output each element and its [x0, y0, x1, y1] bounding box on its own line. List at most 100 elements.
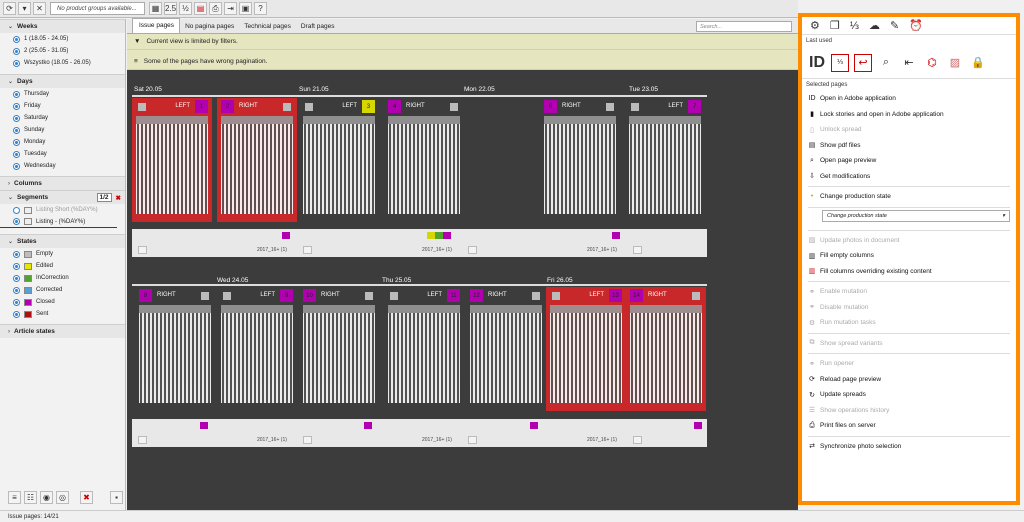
state-item[interactable]: Empty [0, 248, 125, 260]
radio-icon[interactable] [13, 218, 20, 225]
action-open-in-adobe-application[interactable]: ID Open in Adobe application [802, 91, 1016, 107]
lock-icon[interactable]: 🔒 [969, 54, 987, 72]
day-item[interactable]: Saturday [0, 112, 125, 124]
radio-icon[interactable] [13, 138, 20, 146]
page-marker[interactable] [443, 232, 451, 239]
photo-icon[interactable]: ▨ [946, 54, 964, 72]
page-thumbnail[interactable]: 1 LEFT [132, 98, 212, 222]
export-icon[interactable]: ⇥ [224, 2, 237, 15]
page-thumbnail[interactable]: 7 LEFT [625, 98, 705, 222]
page-menu-icon[interactable] [201, 292, 209, 300]
state-item[interactable]: Edited [0, 260, 125, 272]
page-thumbnail[interactable]: 3 LEFT [299, 98, 379, 222]
grid-icon[interactable]: ▦ [149, 2, 162, 15]
pdf-icon[interactable]: ⌬ [923, 54, 941, 72]
day-item[interactable]: Wednesday [0, 160, 125, 172]
page-menu-icon[interactable] [552, 292, 560, 300]
action-lock-stories-and-open-in-adobe-application[interactable]: ▮ Lock stories and open in Adobe applicat… [802, 107, 1016, 123]
week-item[interactable]: Wszystko (18.05 - 26.05) [0, 57, 125, 69]
page-menu-icon[interactable] [450, 103, 458, 111]
action-open-page-preview[interactable]: ⌕ Open page preview [802, 153, 1016, 169]
detail-view-icon[interactable]: ☷ [24, 491, 37, 504]
radio-icon[interactable] [13, 150, 20, 158]
page-marker[interactable] [694, 422, 702, 429]
page-marker[interactable] [364, 422, 372, 429]
action-change-production-state[interactable]: • Change production state [802, 189, 1016, 205]
page-marker[interactable] [200, 422, 208, 429]
page-thumbnail[interactable]: 13 LEFT [546, 287, 626, 411]
page-thumbnail[interactable]: 10 RIGHT [299, 287, 379, 411]
add-page-icon[interactable] [303, 436, 312, 444]
pagination-icon[interactable]: ⅓ [850, 20, 859, 32]
page-menu-icon[interactable] [692, 292, 700, 300]
export-icon[interactable]: ⇤ [900, 54, 918, 72]
page-thumbnail[interactable]: 9 LEFT [217, 287, 297, 411]
page-thumbnail[interactable]: 14 RIGHT [626, 287, 706, 411]
columns-section-header[interactable]: › Columns [0, 176, 125, 190]
radio-icon[interactable] [13, 114, 20, 122]
save-icon[interactable]: ▪ [110, 491, 123, 504]
page-thumbnail[interactable]: 2 RIGHT [217, 98, 297, 222]
product-group-select[interactable]: No product groups available... [50, 2, 145, 15]
state-item[interactable]: Corrected [0, 284, 125, 296]
radio-icon[interactable] [13, 59, 20, 67]
add-page-icon[interactable] [468, 246, 477, 254]
page-thumbnail[interactable]: 8 RIGHT [135, 287, 215, 411]
action-show-pdf-files[interactable]: ▤ Show pdf files [802, 138, 1016, 154]
radio-icon[interactable] [13, 162, 20, 170]
day-item[interactable]: Sunday [0, 124, 125, 136]
radio-icon[interactable] [13, 310, 20, 318]
page-thumbnail[interactable]: 11 LEFT [384, 287, 464, 411]
radio-icon[interactable] [13, 126, 20, 134]
alarm-icon[interactable]: ⏰ [909, 19, 923, 32]
delete-filter-icon[interactable]: ✖ [80, 491, 93, 504]
pagination-icon[interactable]: ½ [179, 2, 192, 15]
day-item[interactable]: Thursday [0, 88, 125, 100]
page-menu-icon[interactable] [365, 292, 373, 300]
weeks-section-header[interactable]: ⌄ Weeks [0, 19, 125, 33]
add-page-icon[interactable] [633, 246, 642, 254]
page-marker[interactable] [282, 232, 290, 239]
radio-icon[interactable] [13, 274, 20, 282]
close-icon[interactable]: ✕ [33, 2, 46, 15]
production-state-select[interactable]: Change production state ▾ [822, 209, 1010, 222]
state-item[interactable]: InCorrection [0, 272, 125, 284]
page-menu-icon[interactable] [606, 103, 614, 111]
clear-icon[interactable]: ✖ [116, 194, 121, 202]
page-thumbnail[interactable]: 4 RIGHT [384, 98, 464, 222]
pagination-icon[interactable]: ⅓ [831, 53, 849, 72]
radio-icon[interactable] [13, 250, 20, 258]
state-item[interactable]: Closed [0, 296, 125, 308]
print-icon[interactable]: ⎙ [209, 2, 222, 15]
action-get-modifications[interactable]: ⇩ Get modifications [802, 169, 1016, 185]
action-reload-page-preview[interactable]: ⟳ Reload page preview [802, 372, 1016, 388]
radio-icon[interactable] [13, 298, 20, 306]
list-view-icon[interactable]: ≡ [8, 491, 21, 504]
page-thumbnail[interactable]: 6 RIGHT [540, 98, 620, 222]
week-item[interactable]: 2 (25.05 - 31.05) [0, 45, 125, 57]
checkbox-icon[interactable] [24, 206, 32, 214]
article-states-section-header[interactable]: › Article states [0, 324, 125, 338]
week-item[interactable]: 1 (18.05 - 24.05) [0, 33, 125, 45]
day-item[interactable]: Tuesday [0, 148, 125, 160]
dropdown-icon[interactable]: ▾ [18, 2, 31, 15]
comments-icon[interactable]: ☁ [869, 19, 880, 32]
page-menu-icon[interactable] [305, 103, 313, 111]
action-fill-columns-overriding-existing-content[interactable]: ▥ Fill columns overriding existing conten… [802, 264, 1016, 280]
segment-item[interactable]: Listing Short (%DAY%) [0, 204, 125, 216]
page-menu-icon[interactable] [532, 292, 540, 300]
action-print-files-on-server[interactable]: ⎙ Print files on server [802, 418, 1016, 434]
search-icon[interactable]: ⌕ [877, 54, 895, 72]
states-section-header[interactable]: ⌄ States [0, 234, 125, 248]
add-page-icon[interactable] [303, 246, 312, 254]
edit-icon[interactable]: ✎ [890, 19, 899, 32]
page-marker[interactable] [435, 232, 443, 239]
page-menu-icon[interactable] [223, 292, 231, 300]
page-marker[interactable] [427, 232, 435, 239]
state-item[interactable]: Sent [0, 308, 125, 320]
add-page-icon[interactable] [138, 436, 147, 444]
radio-icon[interactable] [13, 286, 20, 294]
radio-icon[interactable] [13, 102, 20, 110]
window-icon[interactable]: ▣ [239, 2, 252, 15]
segment-item[interactable]: Listing - (%DAY%) [0, 216, 117, 228]
